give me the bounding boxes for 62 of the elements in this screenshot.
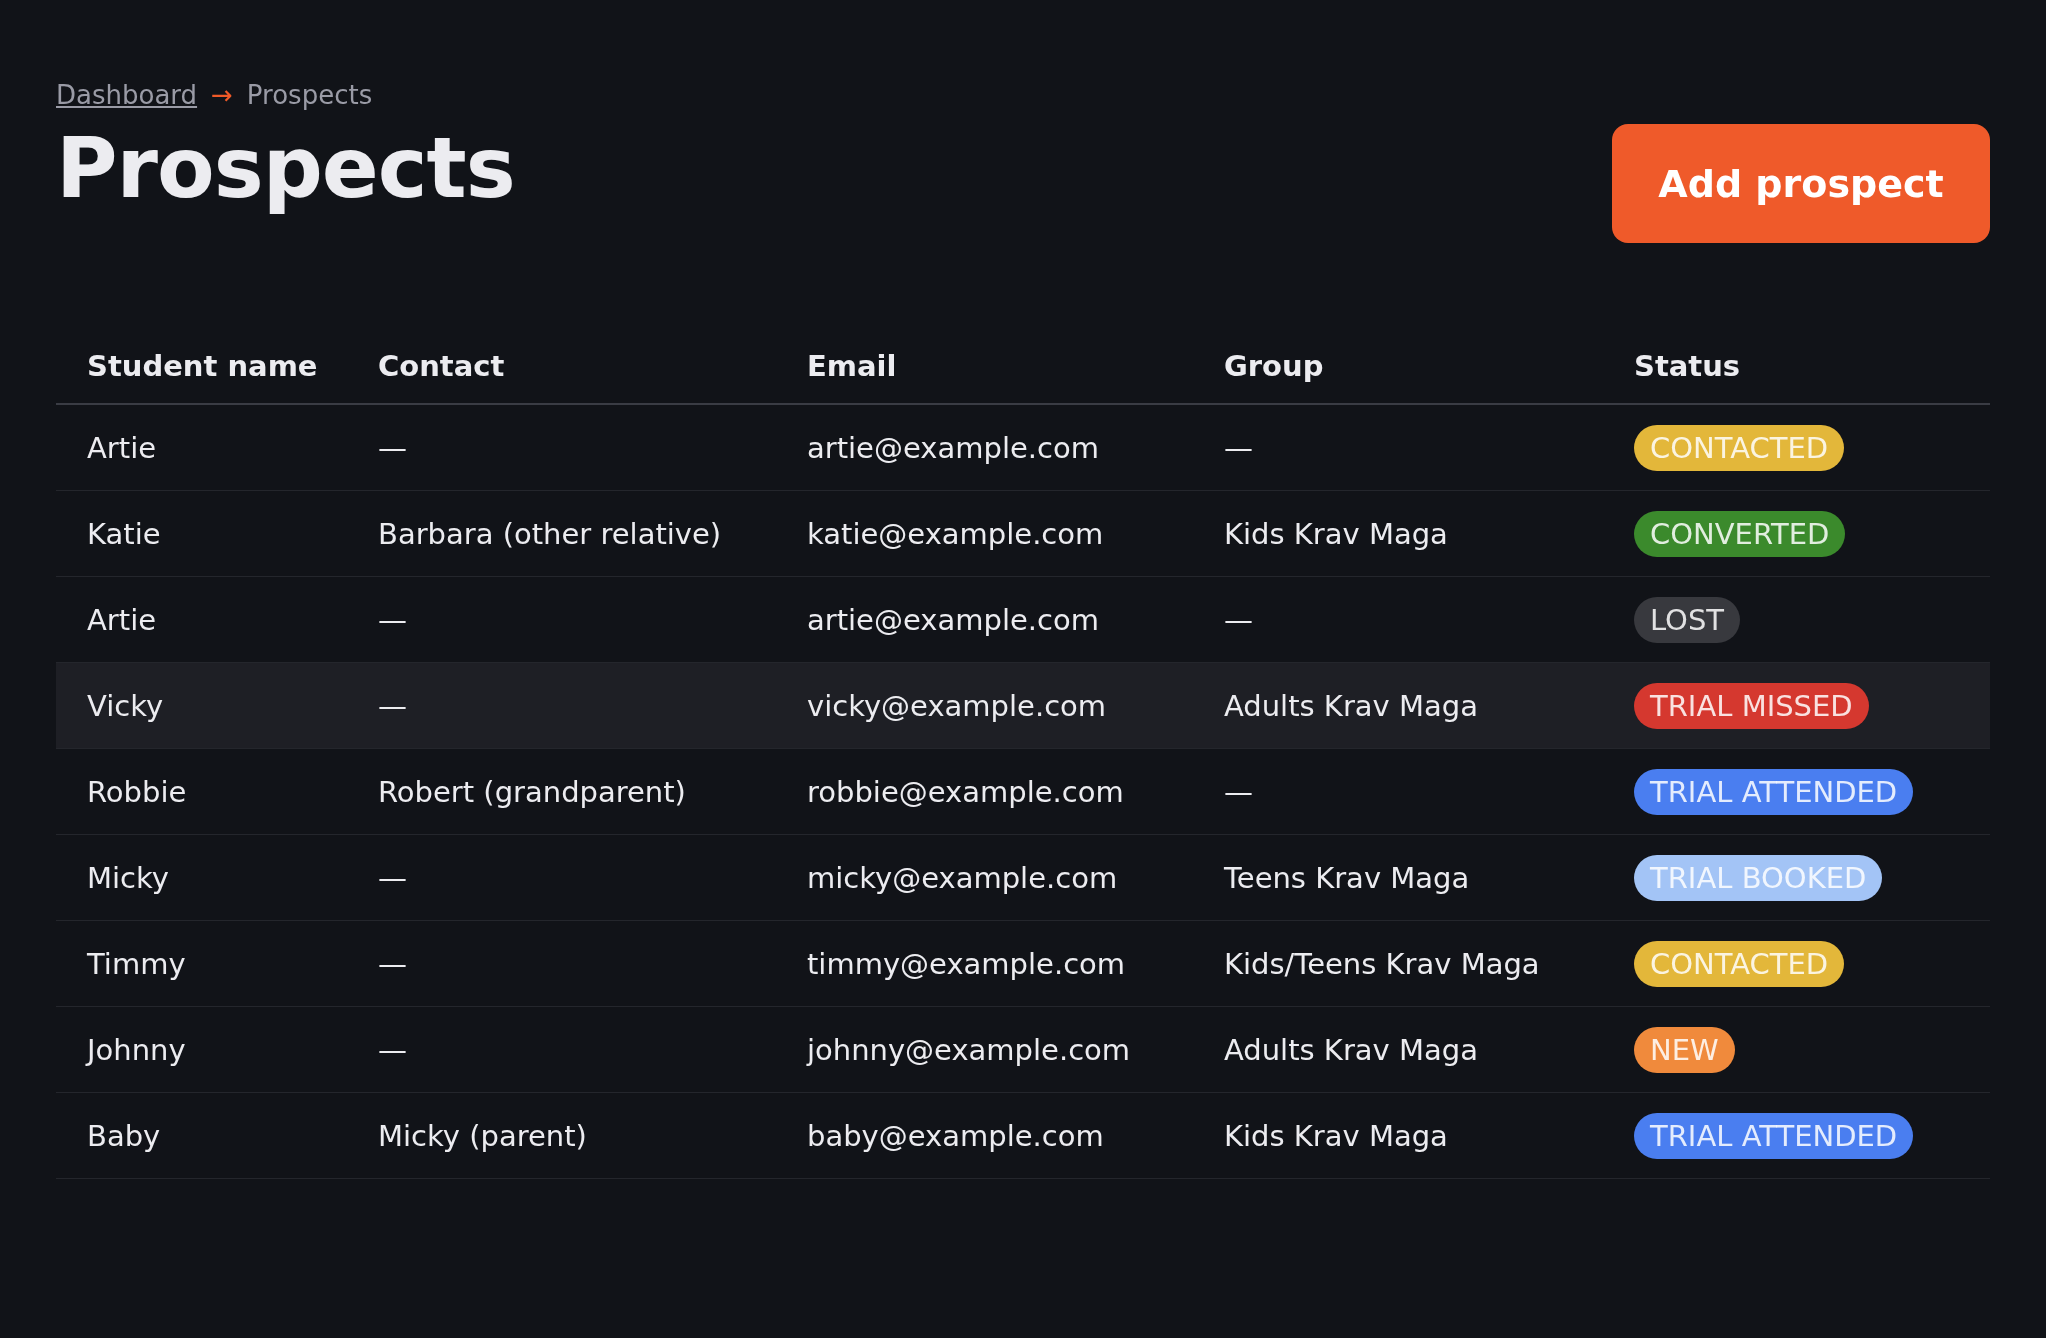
table-cell: micky@example.com [807,860,1118,895]
table-cell: Micky [87,860,169,895]
status-badge: NEW [1634,1026,1735,1073]
column-header: Student name [86,349,319,383]
status-badge: LOST [1634,596,1741,643]
status-badge: TRIAL ATTENDED [1634,1112,1914,1159]
table-row[interactable]: Baby Micky (parent) baby@example.com Kids Krav Maga TRIAL ATTENDED [56,1093,1990,1179]
arrow-icon: → [211,80,233,110]
status-badge: TRIAL MISSED [1634,682,1869,729]
table-cell: timmy@example.com [807,946,1126,981]
status-badge: CONVERTED [1634,510,1846,557]
table-cell: vicky@example.com [807,688,1107,723]
table-cell: Barbara (other relative) [378,516,722,551]
table-row[interactable]: Robbie Robert (grandparent) robbie@example.com — TRIAL ATTENDED [56,749,1990,835]
table-cell: Robbie [87,774,187,809]
table-cell: — [1224,602,1253,637]
table-cell: artie@example.com [807,602,1099,637]
table-cell: — [378,688,407,723]
table-cell: Baby [87,1118,161,1153]
table-cell: robbie@example.com [807,774,1124,809]
table-cell: — [378,860,407,895]
table-cell: Katie [87,516,161,551]
table-cell: Adults Krav Maga [1224,688,1478,723]
breadcrumb-current: Prospects [246,80,373,110]
table-cell: Johnny [87,1032,186,1067]
table-cell: — [378,430,407,465]
status-badge: TRIAL ATTENDED [1634,768,1914,815]
table-cell: Adults Krav Maga [1224,1032,1478,1067]
table-cell: johnny@example.com [807,1032,1131,1067]
column-header: Status [1633,349,1742,383]
table-cell: — [1224,430,1253,465]
table-cell: Kids Krav Maga [1224,1118,1448,1153]
table-cell: Vicky [87,688,164,723]
column-header: Group [1223,349,1325,383]
table-cell: — [378,1032,407,1067]
table-cell: Micky (parent) [378,1118,587,1153]
table-cell: Kids Krav Maga [1224,516,1448,551]
table-cell: katie@example.com [807,516,1104,551]
table-cell: — [378,946,407,981]
table-cell: — [378,602,407,637]
table-cell: baby@example.com [807,1118,1104,1153]
table-cell: — [1224,774,1253,809]
table-row[interactable]: Katie Barbara (other relative) katie@example.com Kids Krav Maga CONVERTED [56,491,1990,577]
status-badge: TRIAL BOOKED [1634,854,1883,901]
table-cell: artie@example.com [807,430,1099,465]
column-header: Email [806,349,898,383]
table-row[interactable]: Artie — artie@example.com — CONTACTED [56,405,1990,491]
page-title: Prospects [56,122,515,215]
table-row[interactable]: Johnny — johnny@example.com Adults Krav Maga NEW [56,1007,1990,1093]
table-cell: Artie [87,430,157,465]
breadcrumb-link[interactable]: Dashboard [56,80,198,110]
status-badge: CONTACTED [1634,940,1845,987]
table-cell: Timmy [87,946,186,981]
status-badge: CONTACTED [1634,424,1845,471]
table-cell: Artie [87,602,157,637]
table-cell: Robert (grandparent) [378,774,686,809]
table-cell: Teens Krav Maga [1224,860,1470,895]
table-row[interactable]: Vicky — vicky@example.com Adults Krav Maga TRIAL MISSED [56,663,1990,749]
table-row[interactable]: Micky — micky@example.com Teens Krav Maga TRIAL BOOKED [56,835,1990,921]
table-cell: Kids/Teens Krav Maga [1224,946,1540,981]
table-row[interactable]: Timmy — timmy@example.com Kids/Teens Krav Maga CONTACTED [56,921,1990,1007]
column-header: Contact [377,349,506,383]
